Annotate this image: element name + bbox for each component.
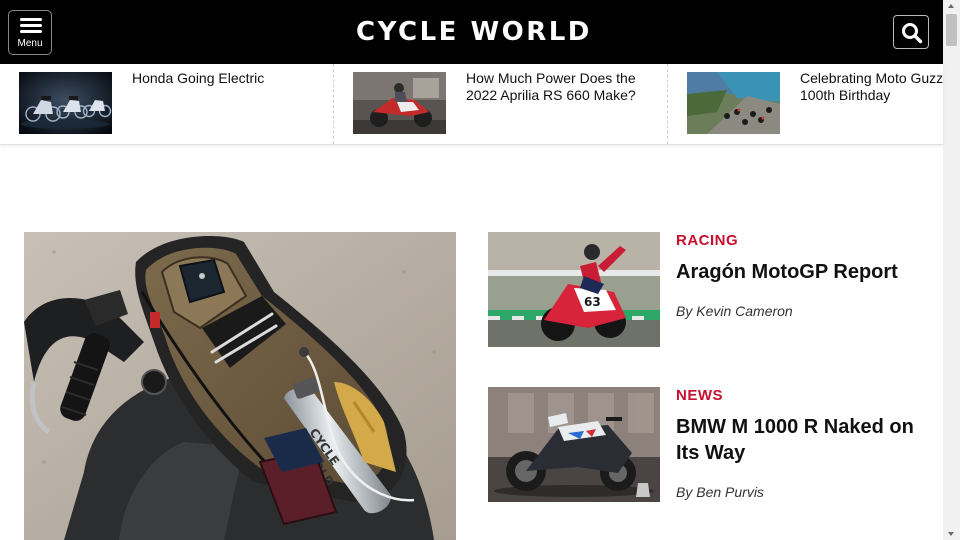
hamburger-icon bbox=[20, 18, 42, 34]
trending-thumbnail[interactable] bbox=[19, 72, 112, 134]
trending-strip: Honda Going Electric How Much Power Does… bbox=[0, 64, 943, 145]
scroll-down-arrow[interactable] bbox=[943, 528, 960, 540]
article-title[interactable]: Aragón MotoGP Report bbox=[676, 259, 936, 285]
site-header: Menu CYCLE WORLD bbox=[0, 0, 943, 64]
menu-button[interactable]: Menu bbox=[8, 10, 52, 55]
article-thumbnail[interactable] bbox=[488, 387, 660, 502]
scroll-thumb[interactable] bbox=[946, 14, 957, 46]
article-title[interactable]: BMW M 1000 R Naked on Its Way bbox=[676, 414, 936, 466]
hero-image[interactable]: CYCLE WORLD bbox=[24, 232, 456, 540]
trending-title[interactable]: Honda Going Electric bbox=[132, 70, 264, 87]
menu-button-label: Menu bbox=[17, 38, 43, 49]
site-logo[interactable]: CYCLE WORLD bbox=[356, 14, 589, 50]
search-icon bbox=[902, 23, 923, 44]
svg-text:63: 63 bbox=[584, 295, 601, 309]
article-category[interactable]: RACING bbox=[676, 232, 738, 250]
search-button[interactable] bbox=[893, 15, 929, 49]
trending-title[interactable]: How Much Power Does the 2022 Aprilia RS … bbox=[466, 70, 636, 104]
scroll-up-arrow[interactable] bbox=[943, 0, 960, 12]
page-scrollbar[interactable] bbox=[943, 0, 960, 540]
article-byline: By Ben Purvis bbox=[676, 484, 764, 500]
trending-thumbnail[interactable] bbox=[687, 72, 780, 134]
trending-item[interactable]: How Much Power Does the 2022 Aprilia RS … bbox=[334, 64, 667, 144]
trending-thumbnail[interactable] bbox=[353, 72, 446, 134]
article-thumbnail[interactable]: 63 bbox=[488, 232, 660, 347]
trending-item[interactable]: Honda Going Electric bbox=[0, 64, 333, 144]
trending-item[interactable]: Celebrating Moto Guzzi’s 100th Birthday bbox=[668, 64, 943, 144]
article-byline: By Kevin Cameron bbox=[676, 303, 793, 319]
article-category[interactable]: NEWS bbox=[676, 387, 723, 405]
trending-title[interactable]: Celebrating Moto Guzzi’s 100th Birthday bbox=[800, 70, 943, 104]
